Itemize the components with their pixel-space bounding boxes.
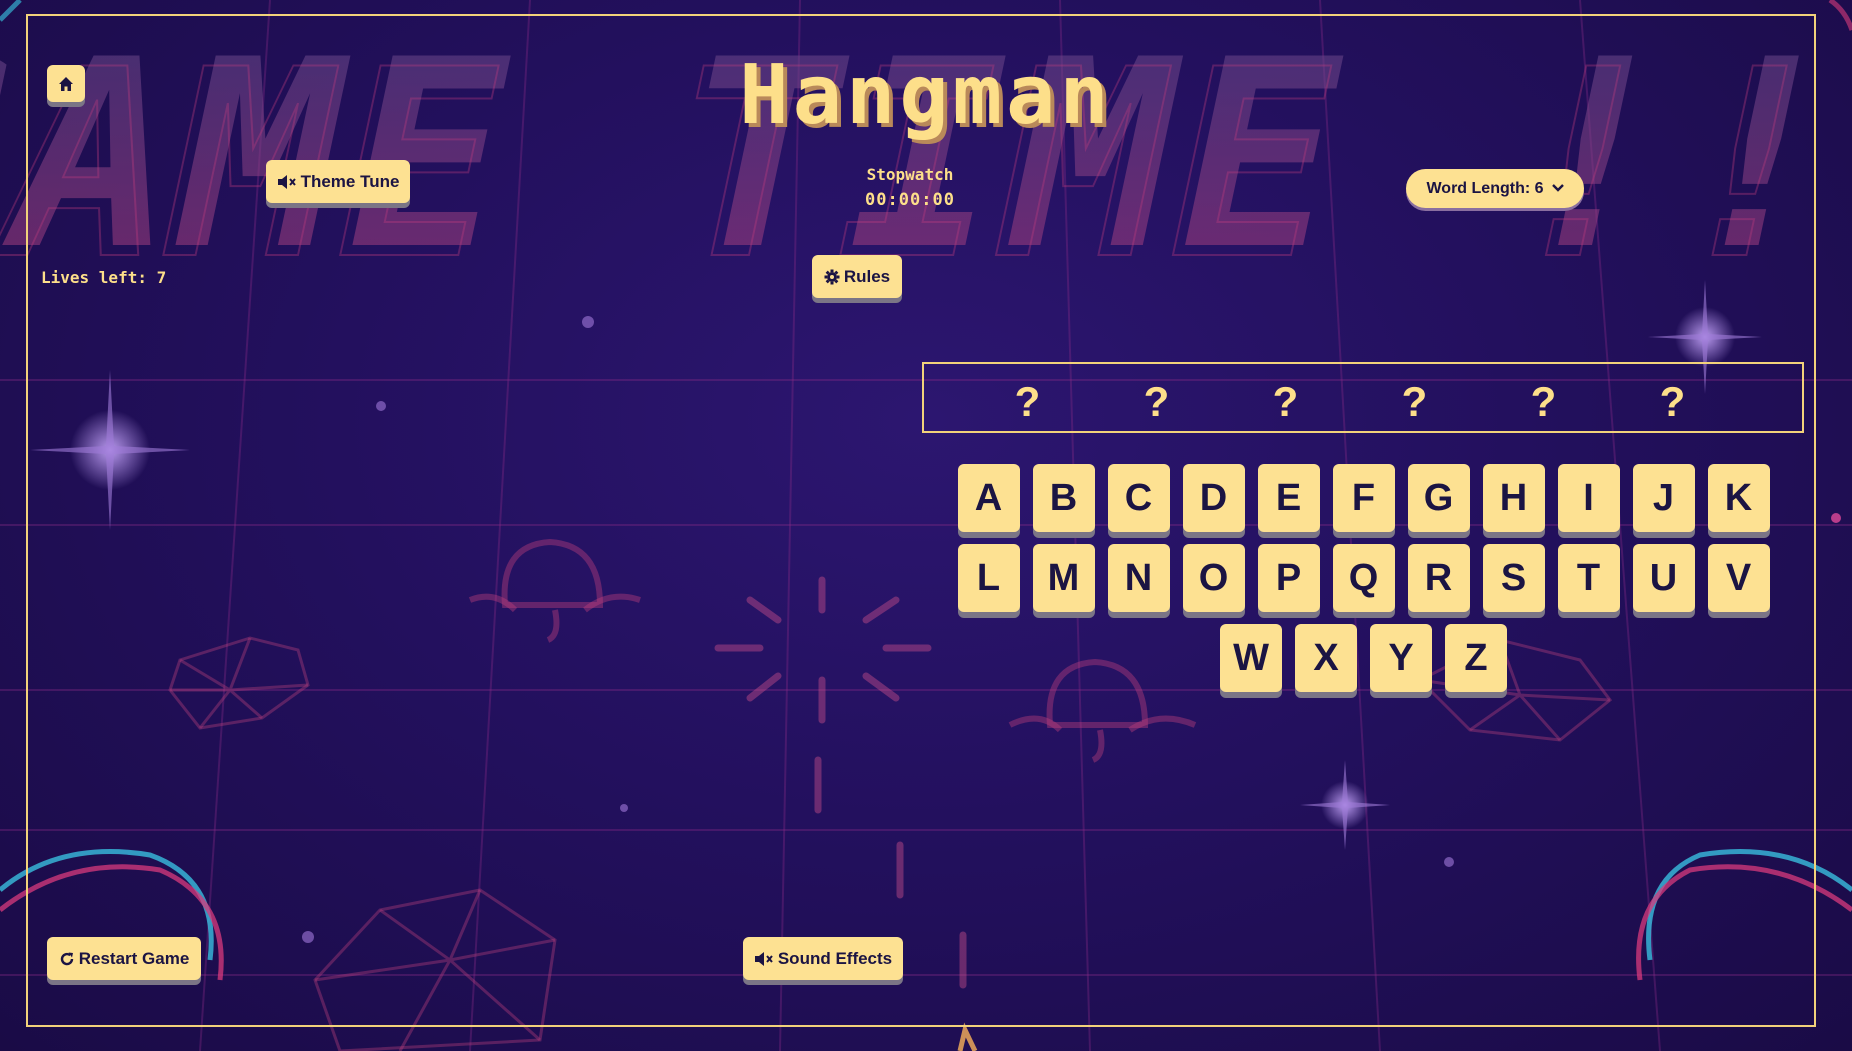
- keyboard-row: A B C D E F G H I J K: [956, 464, 1771, 532]
- word-length-label: Word Length: 6: [1426, 179, 1544, 197]
- key-v[interactable]: V: [1707, 544, 1770, 612]
- key-c[interactable]: C: [1107, 464, 1170, 532]
- key-h[interactable]: H: [1482, 464, 1545, 532]
- rules-button[interactable]: Rules: [812, 255, 902, 298]
- stopwatch-time: 00:00:00: [865, 190, 955, 210]
- key-j[interactable]: J: [1632, 464, 1695, 532]
- lives-counter: Lives left: 7: [41, 268, 167, 287]
- restart-game-button[interactable]: Restart Game: [47, 937, 201, 980]
- key-x[interactable]: X: [1295, 624, 1357, 692]
- key-a[interactable]: A: [957, 464, 1020, 532]
- key-b[interactable]: B: [1032, 464, 1095, 532]
- page-title: Hangman: [739, 48, 1113, 143]
- key-w[interactable]: W: [1220, 624, 1282, 692]
- key-s[interactable]: S: [1482, 544, 1545, 612]
- speaker-muted-icon: [754, 951, 774, 967]
- home-button[interactable]: [47, 65, 85, 102]
- letter-slot: ?: [1530, 377, 1557, 425]
- chevron-down-icon: [1551, 180, 1564, 198]
- redo-icon: [59, 951, 75, 967]
- letter-slot: ?: [1401, 377, 1428, 425]
- key-q[interactable]: Q: [1332, 544, 1395, 612]
- key-k[interactable]: K: [1707, 464, 1770, 532]
- gear-icon: [824, 269, 840, 285]
- key-p[interactable]: P: [1257, 544, 1320, 612]
- speaker-muted-icon: [277, 174, 297, 190]
- key-t[interactable]: T: [1557, 544, 1620, 612]
- rules-label: Rules: [843, 266, 891, 286]
- key-y[interactable]: Y: [1370, 624, 1432, 692]
- keyboard-row: W X Y Z: [956, 624, 1771, 692]
- key-f[interactable]: F: [1332, 464, 1395, 532]
- letter-keyboard: A B C D E F G H I J K L M N O P Q R S T …: [956, 464, 1771, 704]
- key-m[interactable]: M: [1032, 544, 1095, 612]
- stopwatch: Stopwatch 00:00:00: [820, 165, 1000, 210]
- theme-tune-label: Theme Tune: [300, 171, 400, 191]
- letter-slot: ?: [1659, 377, 1686, 425]
- letter-slot: ?: [1272, 377, 1299, 425]
- sound-effects-button[interactable]: Sound Effects: [743, 937, 903, 980]
- letter-slot: ?: [1014, 377, 1041, 425]
- home-icon: [58, 76, 74, 92]
- keyboard-row: L M N O P Q R S T U V: [956, 544, 1771, 612]
- key-r[interactable]: R: [1407, 544, 1470, 612]
- key-i[interactable]: I: [1557, 464, 1620, 532]
- key-l[interactable]: L: [957, 544, 1020, 612]
- key-d[interactable]: D: [1182, 464, 1245, 532]
- key-u[interactable]: U: [1632, 544, 1695, 612]
- theme-tune-button[interactable]: Theme Tune: [266, 160, 410, 203]
- key-e[interactable]: E: [1257, 464, 1320, 532]
- letter-slot: ?: [1143, 377, 1170, 425]
- key-g[interactable]: G: [1407, 464, 1470, 532]
- stopwatch-label: Stopwatch: [866, 165, 954, 184]
- key-o[interactable]: O: [1182, 544, 1245, 612]
- key-n[interactable]: N: [1107, 544, 1170, 612]
- key-z[interactable]: Z: [1445, 624, 1507, 692]
- hidden-word: ? ? ? ? ? ?: [922, 362, 1804, 433]
- sound-effects-label: Sound Effects: [777, 948, 893, 968]
- restart-game-label: Restart Game: [78, 948, 190, 968]
- word-length-select[interactable]: Word Length: 6: [1406, 169, 1584, 208]
